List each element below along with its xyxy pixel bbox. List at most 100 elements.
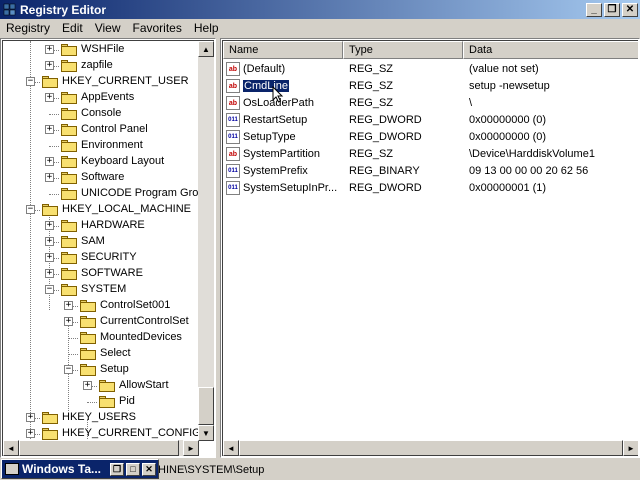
expand-icon[interactable]: +	[45, 61, 54, 70]
tree-node[interactable]: − HKEY_LOCAL_MACHINE	[3, 202, 199, 218]
menu-help[interactable]: Help	[188, 21, 225, 35]
value-row[interactable]: ab OsLoaderPath REG_SZ \	[223, 95, 638, 112]
tree-connector	[87, 402, 97, 403]
tree-node-label: ControlSet001	[100, 299, 171, 311]
tree-vertical-scrollbar[interactable]: ▲ ▼	[198, 41, 214, 441]
tree-node-label: Console	[81, 107, 122, 119]
tree-node[interactable]: + zapfile	[3, 58, 199, 74]
expand-icon[interactable]: +	[45, 125, 54, 134]
expand-icon[interactable]: +	[45, 221, 54, 230]
column-header-name[interactable]: Name	[223, 41, 343, 59]
scroll-down-button[interactable]: ▼	[198, 425, 214, 441]
folder-icon	[61, 172, 77, 184]
value-row[interactable]: ab (Default) REG_SZ (value not set)	[223, 61, 638, 78]
minimized-maximize-button[interactable]: □	[126, 462, 140, 476]
tree-node-label: AppEvents	[81, 91, 135, 103]
tree-node[interactable]: + SECURITY	[3, 250, 199, 266]
tree-node[interactable]: + Keyboard Layout	[3, 154, 199, 170]
column-header-type[interactable]: Type	[343, 41, 463, 59]
value-type: REG_SZ	[349, 148, 394, 160]
tree-hscroll-thumb[interactable]	[19, 440, 179, 456]
tree-node[interactable]: UNICODE Program Group	[3, 186, 211, 202]
tree-node-label: UNICODE Program Group	[81, 187, 211, 199]
expand-icon[interactable]: +	[45, 93, 54, 102]
expand-icon[interactable]: +	[26, 413, 35, 422]
binary-value-icon: 011	[226, 164, 240, 178]
binary-value-icon: 011	[226, 181, 240, 195]
tree-node-label: CurrentControlSet	[100, 315, 189, 327]
value-row[interactable]: ab SystemPartition REG_SZ \Device\HarddiskV…	[223, 146, 638, 163]
tree-node[interactable]: + HARDWARE	[3, 218, 199, 234]
collapse-icon[interactable]: −	[26, 205, 35, 214]
tree-node[interactable]: + CurrentControlSet	[3, 314, 199, 330]
status-path: HINE\SYSTEM\Setup	[158, 464, 265, 476]
tree-node[interactable]: Pid	[3, 394, 199, 410]
tree-node[interactable]: + SOFTWARE	[3, 266, 199, 282]
mouse-cursor-icon	[272, 86, 284, 103]
value-row[interactable]: 011 RestartSetup REG_DWORD 0x00000000 (0)	[223, 112, 638, 129]
tree-node[interactable]: + Control Panel	[3, 122, 199, 138]
collapse-icon[interactable]: −	[64, 365, 73, 374]
expand-icon[interactable]: +	[45, 45, 54, 54]
value-row[interactable]: 011 SystemPrefix REG_BINARY 09 13 00 00 00 …	[223, 163, 638, 180]
title-bar[interactable]: Registry Editor _ ❐ ✕	[0, 0, 640, 19]
tree-node[interactable]: Environment	[3, 138, 199, 154]
tree-node[interactable]: Select	[3, 346, 199, 362]
value-row[interactable]: 011 SystemSetupInPr... REG_DWORD 0x00000001…	[223, 180, 638, 197]
restore-button[interactable]: ❐	[604, 2, 620, 17]
folder-icon	[61, 44, 77, 56]
folder-icon	[61, 108, 77, 120]
tree-node[interactable]: − HKEY_CURRENT_USER	[3, 74, 199, 90]
collapse-icon[interactable]: −	[26, 77, 35, 86]
expand-icon[interactable]: +	[83, 381, 92, 390]
collapse-icon[interactable]: −	[45, 285, 54, 294]
menu-view[interactable]: View	[89, 21, 127, 35]
tree-node[interactable]: + HKEY_USERS	[3, 410, 199, 426]
string-value-icon: ab	[226, 96, 240, 110]
value-row[interactable]: 011 SetupType REG_DWORD 0x00000000 (0)	[223, 129, 638, 146]
expand-icon[interactable]: +	[45, 157, 54, 166]
folder-icon	[42, 428, 58, 440]
scroll-right-button[interactable]: ►	[183, 440, 199, 456]
tree-node[interactable]: + AllowStart	[3, 378, 199, 394]
minimized-window-titlebar[interactable]: Windows Ta... ❐ □ ✕	[1, 459, 159, 479]
tree-node[interactable]: Console	[3, 106, 199, 122]
key-tree-pane: + HKEY_CURRENT_CONFIG + HKEY_USERS Pid + Allow…	[0, 38, 216, 458]
tree-scroll-thumb[interactable]	[198, 387, 214, 425]
scroll-up-button[interactable]: ▲	[198, 41, 214, 57]
expand-icon[interactable]: +	[26, 429, 35, 438]
scroll-left-button[interactable]: ◄	[3, 440, 19, 456]
value-row[interactable]: ab CmdLine REG_SZ setup -newsetup	[223, 78, 638, 95]
expand-icon[interactable]: +	[45, 173, 54, 182]
menu-registry[interactable]: Registry	[0, 21, 56, 35]
expand-icon[interactable]: +	[45, 253, 54, 262]
folder-icon	[61, 252, 77, 264]
minimize-button[interactable]: _	[586, 2, 602, 17]
tree-node[interactable]: + ControlSet001	[3, 298, 199, 314]
tree-node[interactable]: + AppEvents	[3, 90, 199, 106]
list-horizontal-scrollbar[interactable]: ◄ ►	[223, 440, 638, 456]
tree-node[interactable]: + Software	[3, 170, 199, 186]
close-button[interactable]: ✕	[622, 2, 638, 17]
tree-node[interactable]: MountedDevices	[3, 330, 199, 346]
list-hscroll-thumb[interactable]	[239, 440, 623, 456]
tree-node[interactable]: + SAM	[3, 234, 199, 250]
menu-edit[interactable]: Edit	[56, 21, 89, 35]
folder-icon	[61, 236, 77, 248]
expand-icon[interactable]: +	[64, 317, 73, 326]
tree-node[interactable]: − SYSTEM	[3, 282, 199, 298]
value-type: REG_BINARY	[349, 165, 420, 177]
tree-node[interactable]: − Setup	[3, 362, 199, 378]
expand-icon[interactable]: +	[45, 269, 54, 278]
tree-node[interactable]: + WSHFile	[3, 42, 199, 58]
column-header-data[interactable]: Data	[463, 41, 638, 59]
expand-icon[interactable]: +	[64, 301, 73, 310]
menu-favorites[interactable]: Favorites	[127, 21, 188, 35]
list-scroll-left-button[interactable]: ◄	[223, 440, 239, 456]
list-scroll-right-button[interactable]: ►	[623, 440, 638, 456]
expand-icon[interactable]: +	[45, 237, 54, 246]
minimized-restore-button[interactable]: ❐	[110, 462, 124, 476]
minimized-close-button[interactable]: ✕	[142, 462, 156, 476]
tree-node-label: Setup	[100, 363, 129, 375]
tree-horizontal-scrollbar[interactable]: ◄ ►	[3, 440, 199, 456]
